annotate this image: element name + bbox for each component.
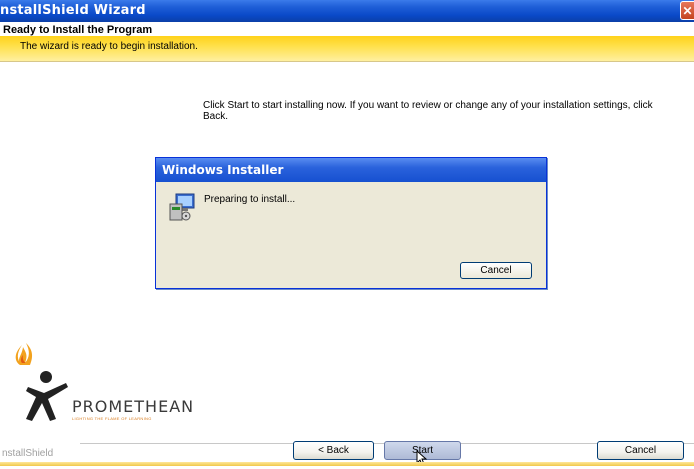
- instruction-text: Click Start to start installing now. If …: [203, 100, 653, 122]
- close-icon: ✕: [682, 3, 693, 18]
- title-bar: nstallShield Wizard ✕: [0, 0, 694, 22]
- installer-icon: [168, 192, 198, 222]
- footer-band: [0, 462, 694, 466]
- logo-tagline: LIGHTING THE FLAME OF LEARNING: [72, 416, 152, 421]
- cancel-button[interactable]: Cancel: [597, 441, 684, 460]
- installshield-brand: nstallShield: [2, 448, 54, 459]
- page-subtitle: The wizard is ready to begin installatio…: [20, 41, 198, 52]
- page-title: Ready to Install the Program: [3, 24, 153, 36]
- logo-name: PROMETHEAN: [72, 397, 195, 416]
- installer-status: Preparing to install...: [204, 194, 296, 205]
- windows-installer-dialog: Windows Installer Preparing to install..…: [155, 157, 547, 289]
- window-title: nstallShield Wizard: [0, 3, 146, 18]
- dialog-title: Windows Installer: [156, 158, 546, 182]
- back-button[interactable]: < Back: [293, 441, 374, 460]
- installer-cancel-button[interactable]: Cancel: [460, 262, 532, 279]
- close-button[interactable]: ✕: [680, 1, 694, 20]
